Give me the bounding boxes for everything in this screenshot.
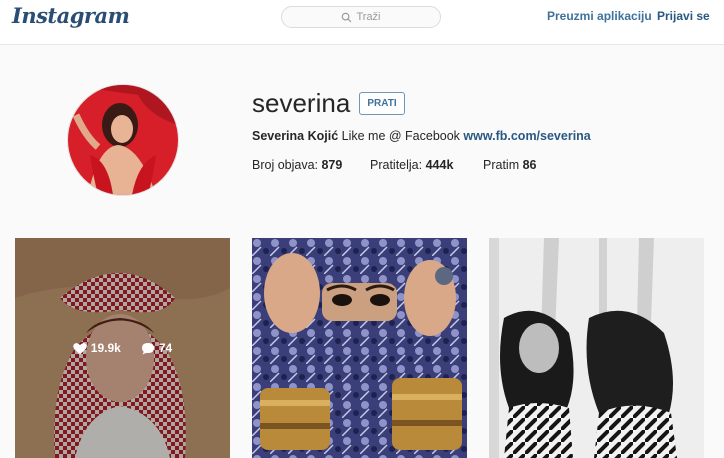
bio-text: Like me @ Facebook bbox=[338, 129, 464, 143]
post-stats-overlay: 19.9k 74 bbox=[15, 238, 230, 458]
instagram-logo[interactable]: Instagram bbox=[12, 3, 130, 28]
likes-stat: 19.9k bbox=[73, 341, 121, 355]
login-link[interactable]: Prijavi se bbox=[657, 9, 710, 23]
likes-count: 19.9k bbox=[90, 341, 121, 355]
following-count[interactable]: Pratim 86 bbox=[483, 158, 537, 172]
profile-username: severina bbox=[252, 88, 351, 118]
comment-icon bbox=[141, 342, 154, 354]
profile-bio: Severina Kojić Like me @ Facebook www.fb… bbox=[252, 129, 591, 143]
follow-button[interactable]: PRATI bbox=[359, 92, 405, 115]
followers-count[interactable]: Pratitelja: 444k bbox=[370, 158, 453, 172]
profile-full-name: Severina Kojić bbox=[252, 129, 339, 143]
post-thumbnail[interactable] bbox=[252, 238, 467, 458]
heart-icon bbox=[73, 342, 87, 354]
search-box[interactable]: Traži bbox=[281, 6, 441, 28]
post-thumbnail[interactable] bbox=[489, 238, 704, 458]
top-navigation-bar: Instagram Traži Preuzmi aplikaciju Prija… bbox=[0, 0, 724, 45]
bio-website-link[interactable]: www.fb.com/severina bbox=[463, 129, 590, 143]
search-icon bbox=[342, 12, 352, 22]
post-image bbox=[252, 238, 467, 458]
profile-avatar bbox=[67, 84, 179, 196]
posts-count: Broj objava: 879 bbox=[252, 158, 343, 172]
download-app-link[interactable]: Preuzmi aplikaciju bbox=[547, 9, 652, 23]
comments-stat: 74 bbox=[141, 341, 172, 355]
post-thumbnail[interactable]: 19.9k 74 bbox=[15, 238, 230, 458]
post-image bbox=[489, 238, 704, 458]
search-placeholder: Traži bbox=[356, 11, 381, 23]
comments-count: 74 bbox=[158, 341, 173, 355]
